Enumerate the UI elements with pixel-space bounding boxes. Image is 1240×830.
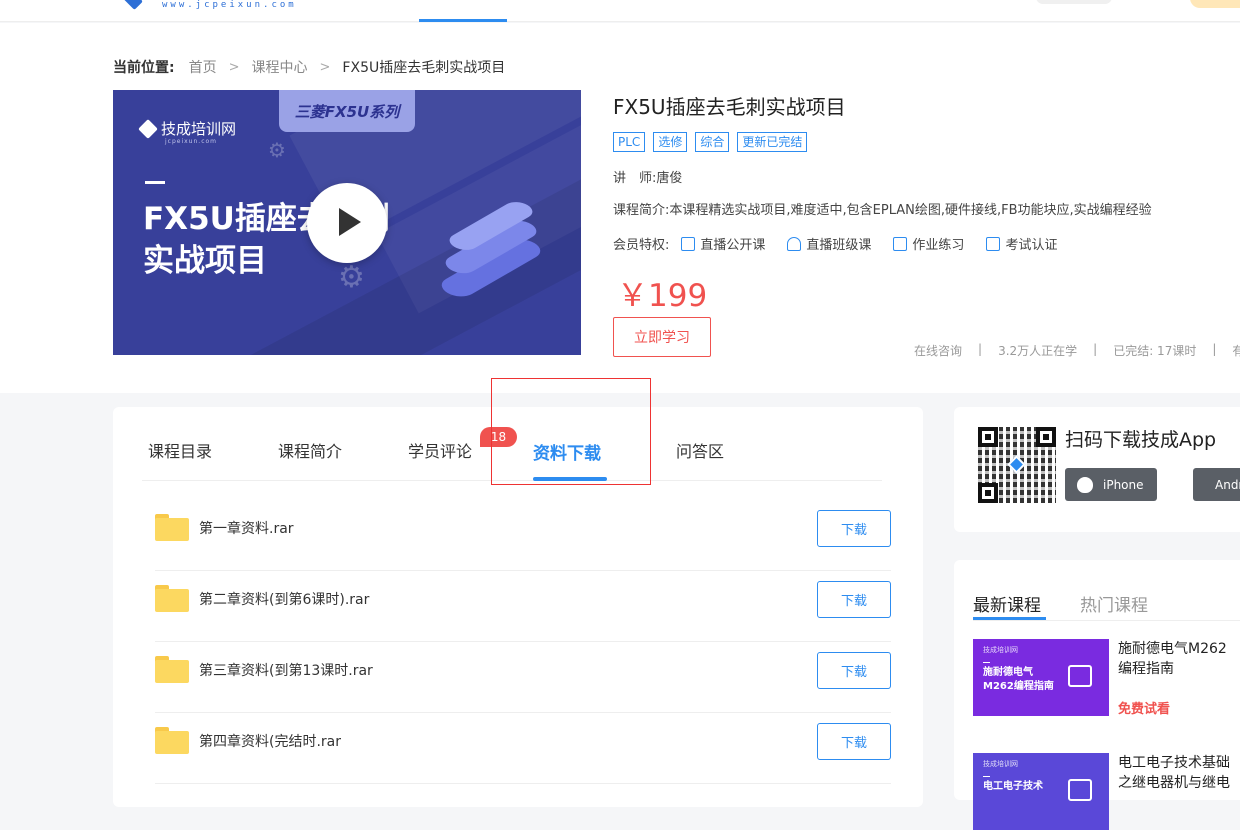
perk-homework[interactable]: 作业练习 [893, 234, 964, 253]
gear-icon: ⚙ [338, 260, 365, 295]
course-name-link[interactable]: 施耐德电气M262编程指南 [1118, 639, 1240, 679]
file-name: 第三章资料(到第13课时.rar [199, 663, 373, 679]
tag-completed[interactable]: 更新已完结 [737, 132, 808, 152]
annotation-highlight-box [491, 378, 651, 485]
android-download-button[interactable]: Android [1193, 468, 1240, 501]
apple-icon [1077, 476, 1093, 493]
tag-plc[interactable]: PLC [613, 132, 646, 152]
teacher-info: 讲 师:唐俊 [613, 171, 683, 186]
file-row: 第三章资料(到第13课时.rar 下载 [155, 642, 891, 713]
course-title: FX5U插座去毛刺实战项目 [613, 95, 846, 119]
tag-comprehensive[interactable]: 综合 [695, 132, 730, 152]
course-name-link[interactable]: 电工电子技术基础之继电器机与继电接触控制篇 [1118, 753, 1240, 790]
validity-info: 有效 [1232, 344, 1240, 358]
edit-icon [893, 236, 908, 251]
folder-icon [155, 514, 189, 541]
tab-latest-courses[interactable]: 最新课程 [973, 591, 1041, 616]
site-logo-icon[interactable] [123, 0, 143, 10]
file-name: 第二章资料(到第6课时).rar [199, 592, 370, 608]
perk-live-open-class[interactable]: 直播公开课 [681, 234, 765, 253]
breadcrumb-current: FX5U插座去毛刺实战项目 [342, 60, 506, 76]
top-navigation-bar: www.jcpeixun.com [0, 0, 1240, 22]
tab-qa[interactable]: 问答区 [676, 438, 724, 462]
tab-catalog[interactable]: 课程目录 [148, 438, 212, 462]
tab-hot-courses[interactable]: 热门课程 [1080, 591, 1148, 616]
folder-icon [155, 585, 189, 612]
app-download-title: 扫码下载技成App [1065, 429, 1217, 451]
device-icon [1068, 779, 1092, 801]
course-intro: 课程简介:本课程精选实战项目,难度适中,包含EPLAN绘图,硬件接线,FB功能块… [613, 203, 1152, 218]
free-preview-label[interactable]: 免费试看 [1118, 698, 1170, 717]
iphone-download-button[interactable]: iPhone [1065, 468, 1157, 501]
course-thumbnail[interactable]: 技成培训网 电工电子技术 [973, 753, 1109, 830]
live-icon [681, 236, 696, 251]
member-perks: 会员特权: 直播公开课 直播班级课 作业练习 考试认证 [613, 234, 1067, 253]
course-stats: 在线咨询 | 3.2万人正在学 | 已完结: 17课时 | 有效 [914, 342, 1240, 359]
file-row: 第一章资料.rar 下载 [155, 500, 891, 571]
perk-exam[interactable]: 考试认证 [986, 234, 1057, 253]
active-tab-indicator [973, 617, 1046, 620]
certificate-icon [986, 236, 1001, 251]
file-name: 第四章资料(完结时.rar [199, 734, 342, 750]
file-name: 第一章资料.rar [199, 521, 294, 537]
promo-banner[interactable] [1190, 0, 1240, 8]
download-button[interactable]: 下载 [817, 581, 891, 618]
perks-label: 会员特权: [613, 238, 670, 253]
lesson-count: 已完结: 17课时 [1113, 344, 1197, 358]
file-row: 第二章资料(到第6课时).rar 下载 [155, 571, 891, 642]
gear-icon: ⚙ [268, 138, 286, 162]
course-tags: PLC 选修 综合 更新已完结 [613, 132, 808, 152]
folder-icon [155, 656, 189, 683]
breadcrumb-label: 当前位置: [113, 60, 175, 76]
course-video-cover[interactable]: 技成培训网 jcpeixun.com 三菱FX5U系列 FX5U插座去毛刺 实战… [113, 90, 581, 355]
series-badge: 三菱FX5U系列 [279, 90, 415, 132]
monitor-chart-icon [1068, 665, 1092, 687]
download-button[interactable]: 下载 [817, 652, 891, 689]
headset-icon [787, 236, 802, 251]
breadcrumb: 当前位置: 首页 > 课程中心 > FX5U插座去毛刺实战项目 [113, 57, 505, 77]
breadcrumb-course-center[interactable]: 课程中心 [252, 57, 308, 77]
cover-logo-subtext: jcpeixun.com [165, 138, 218, 145]
cover-logo: 技成培训网 [138, 118, 236, 139]
online-consult-link[interactable]: 在线咨询 [914, 342, 962, 359]
folder-icon [155, 727, 189, 754]
learner-count: 3.2万人正在学 [998, 344, 1078, 358]
download-button[interactable]: 下载 [817, 510, 891, 547]
download-button[interactable]: 下载 [817, 723, 891, 760]
site-url: www.jcpeixun.com [162, 0, 297, 10]
course-thumbnail[interactable]: 技成培训网 施耐德电气 M262编程指南 [973, 639, 1109, 716]
active-nav-indicator [419, 19, 507, 22]
study-now-button[interactable]: 立即学习 [613, 317, 711, 357]
perk-live-class[interactable]: 直播班级课 [787, 234, 871, 253]
diamond-logo-icon [138, 118, 158, 139]
tab-reviews[interactable]: 学员评论 [408, 438, 472, 462]
tag-elective[interactable]: 选修 [653, 132, 688, 152]
tab-intro[interactable]: 课程简介 [278, 438, 342, 462]
search-input[interactable] [1036, 0, 1112, 4]
file-row: 第四章资料(完结时.rar 下载 [155, 713, 891, 784]
chevron-right-icon: > [319, 59, 331, 75]
course-price: ￥199 [617, 278, 708, 314]
breadcrumb-home[interactable]: 首页 [189, 57, 217, 77]
chevron-right-icon: > [228, 59, 240, 75]
play-button[interactable] [307, 183, 387, 263]
